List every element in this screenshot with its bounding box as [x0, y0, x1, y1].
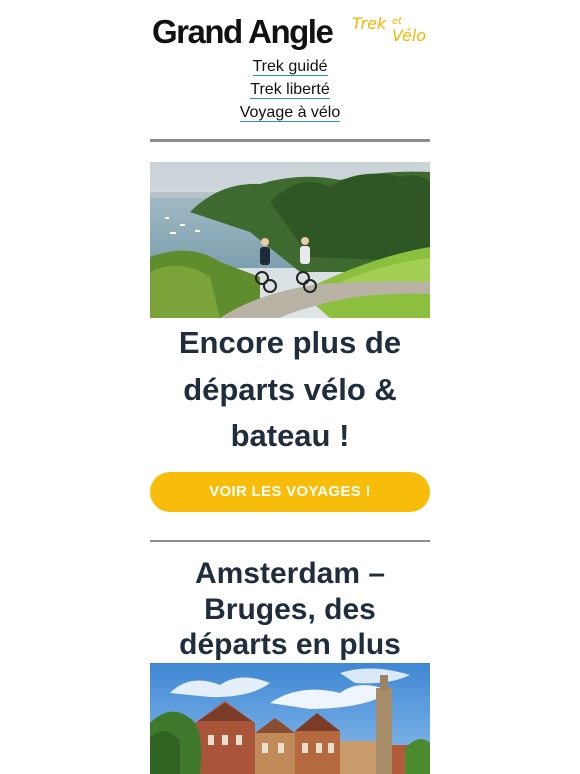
- nav-link-trek-guide[interactable]: Trek guidé: [150, 55, 430, 78]
- see-trips-button[interactable]: VOIR LES VOYAGES !: [150, 472, 430, 512]
- top-nav: Trek guidé Trek liberté Voyage à vélo: [150, 55, 430, 124]
- logo-wordmark: Grand Angle: [152, 13, 334, 50]
- bruges-canal-image[interactable]: [150, 663, 430, 774]
- logo-velo-text: Vélo: [392, 26, 427, 45]
- hero-image-cyclists-lake[interactable]: [150, 162, 430, 318]
- brand-logo[interactable]: Grand Angle Trek et Vélo: [152, 12, 432, 56]
- hero-title: Encore plus de départs vélo & bateau !: [178, 325, 402, 453]
- nav-link-trek-liberte[interactable]: Trek liberté: [150, 78, 430, 101]
- section-divider: [150, 540, 430, 542]
- header-divider: [150, 139, 430, 142]
- logo-trek-text: Trek: [352, 14, 387, 33]
- section-title-amsterdam-bruges: Amsterdam – Bruges, des départs en plus: [179, 557, 401, 661]
- nav-link-voyage-velo[interactable]: Voyage à vélo: [150, 101, 430, 124]
